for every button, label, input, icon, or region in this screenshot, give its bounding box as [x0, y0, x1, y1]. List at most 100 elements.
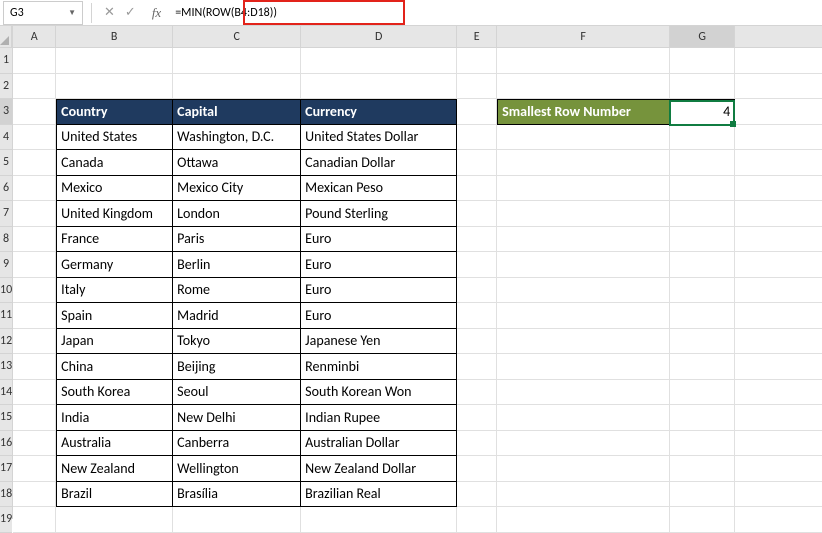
cell[interactable]: [497, 405, 670, 431]
row-header[interactable]: 5: [0, 150, 12, 176]
col-header[interactable]: C: [173, 26, 301, 47]
cell[interactable]: [497, 150, 670, 176]
table-cell-capital[interactable]: New Delhi: [173, 405, 301, 431]
table-cell-country[interactable]: United States: [56, 125, 173, 151]
cell[interactable]: [670, 252, 735, 278]
row-header[interactable]: 1: [0, 48, 12, 74]
row-header[interactable]: 3: [0, 99, 12, 125]
table-cell-currency[interactable]: Euro: [301, 303, 457, 329]
cell[interactable]: [56, 74, 173, 100]
cell[interactable]: [735, 252, 822, 278]
cell[interactable]: [13, 303, 56, 329]
table-cell-country[interactable]: United Kingdom: [56, 201, 173, 227]
table-cell-capital[interactable]: Madrid: [173, 303, 301, 329]
table-cell-country[interactable]: Canada: [56, 150, 173, 176]
cell[interactable]: [497, 354, 670, 380]
cell[interactable]: [457, 303, 497, 329]
cell[interactable]: [670, 176, 735, 202]
cell[interactable]: [497, 278, 670, 304]
row-header[interactable]: 9: [0, 252, 12, 278]
formula-input[interactable]: =MIN(ROW(B4:D18)): [171, 1, 822, 25]
table-cell-currency[interactable]: Euro: [301, 252, 457, 278]
cell[interactable]: [735, 431, 822, 457]
cell[interactable]: [670, 201, 735, 227]
cell[interactable]: [457, 176, 497, 202]
cell[interactable]: [457, 150, 497, 176]
cell[interactable]: [457, 99, 497, 125]
cell[interactable]: [735, 303, 822, 329]
table-cell-country[interactable]: Japan: [56, 329, 173, 355]
cell[interactable]: [13, 150, 56, 176]
cell[interactable]: [457, 507, 497, 533]
cell[interactable]: [497, 176, 670, 202]
cell[interactable]: [457, 252, 497, 278]
table-cell-country[interactable]: Germany: [56, 252, 173, 278]
cell[interactable]: [735, 507, 822, 533]
cell[interactable]: [457, 74, 497, 100]
cell[interactable]: [13, 176, 56, 202]
table-cell-capital[interactable]: Tokyo: [173, 329, 301, 355]
table-cell-capital[interactable]: Berlin: [173, 252, 301, 278]
cell[interactable]: [670, 380, 735, 406]
cell[interactable]: [497, 507, 670, 533]
cell[interactable]: [497, 227, 670, 253]
col-header[interactable]: D: [301, 26, 457, 47]
table-cell-currency[interactable]: Mexican Peso: [301, 176, 457, 202]
name-box-dropdown-icon[interactable]: ▼: [68, 8, 76, 18]
cell[interactable]: [13, 507, 56, 533]
cell[interactable]: [735, 278, 822, 304]
cell[interactable]: [497, 456, 670, 482]
cell[interactable]: [13, 482, 56, 508]
table-cell-capital[interactable]: Paris: [173, 227, 301, 253]
enter-icon[interactable]: ✓: [125, 5, 136, 20]
cell[interactable]: [13, 74, 56, 100]
col-header[interactable]: F: [497, 26, 670, 47]
cell[interactable]: [497, 431, 670, 457]
cell[interactable]: [735, 227, 822, 253]
result-value-cell[interactable]: 4: [670, 99, 735, 125]
cell[interactable]: [13, 201, 56, 227]
row-header[interactable]: 7: [0, 201, 12, 227]
cell[interactable]: [13, 99, 56, 125]
cell[interactable]: [457, 354, 497, 380]
cell[interactable]: [735, 150, 822, 176]
cell[interactable]: [670, 48, 735, 74]
table-cell-capital[interactable]: Washington, D.C.: [173, 125, 301, 151]
cell[interactable]: [13, 354, 56, 380]
table-cell-country[interactable]: Spain: [56, 303, 173, 329]
cell[interactable]: [13, 48, 56, 74]
cell[interactable]: [670, 150, 735, 176]
cell[interactable]: [13, 252, 56, 278]
cell[interactable]: [670, 125, 735, 151]
cell[interactable]: [670, 507, 735, 533]
row-header[interactable]: 4: [0, 125, 12, 151]
cell[interactable]: [735, 405, 822, 431]
cell[interactable]: [301, 507, 457, 533]
cell[interactable]: [457, 227, 497, 253]
cell[interactable]: [457, 482, 497, 508]
cell[interactable]: [13, 405, 56, 431]
cell[interactable]: [735, 380, 822, 406]
cell[interactable]: [497, 252, 670, 278]
table-cell-currency[interactable]: Pound Sterling: [301, 201, 457, 227]
table-cell-capital[interactable]: Brasília: [173, 482, 301, 508]
fx-icon[interactable]: fx: [152, 5, 161, 21]
row-header[interactable]: 10: [0, 278, 12, 304]
row-header[interactable]: 2: [0, 74, 12, 100]
row-header[interactable]: 6: [0, 176, 12, 202]
col-header[interactable]: [735, 26, 822, 47]
cell[interactable]: [56, 507, 173, 533]
cell[interactable]: [735, 482, 822, 508]
cell[interactable]: [670, 405, 735, 431]
cell[interactable]: [497, 329, 670, 355]
cell[interactable]: [457, 456, 497, 482]
cell[interactable]: [497, 74, 670, 100]
col-header[interactable]: B: [56, 26, 173, 47]
table-cell-country[interactable]: South Korea: [56, 380, 173, 406]
cells-area[interactable]: CountryCapitalCurrencySmallest Row Numbe…: [13, 48, 822, 533]
cell[interactable]: [670, 456, 735, 482]
cell[interactable]: [735, 456, 822, 482]
name-box[interactable]: G3 ▼: [3, 1, 83, 25]
table-cell-currency[interactable]: New Zealand Dollar: [301, 456, 457, 482]
table-cell-capital[interactable]: Ottawa: [173, 150, 301, 176]
